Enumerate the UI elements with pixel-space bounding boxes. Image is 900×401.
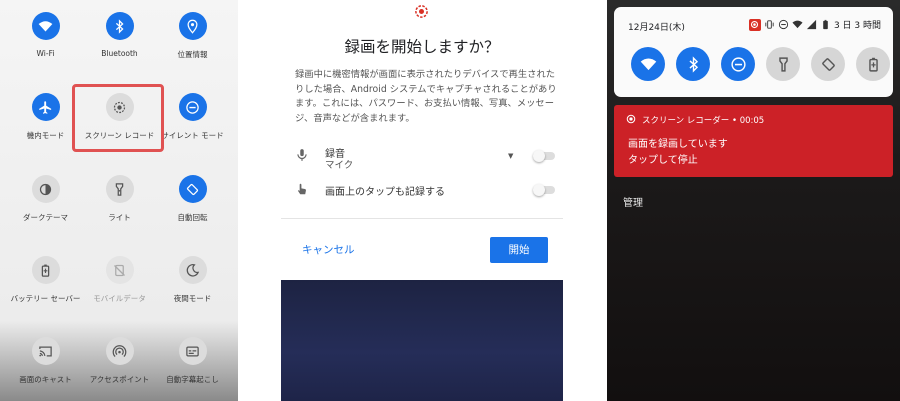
battery-icon bbox=[823, 19, 828, 30]
audio-source[interactable]: マイク bbox=[325, 157, 353, 171]
tile-label: ライト bbox=[108, 213, 131, 222]
night-mode-icon bbox=[178, 256, 207, 284]
tile-label: ダークテーマ bbox=[23, 213, 68, 222]
tile-label: バッテリー セーバー bbox=[10, 294, 81, 303]
cancel-button[interactable]: キャンセル bbox=[302, 242, 355, 257]
vibrate-icon bbox=[765, 20, 774, 29]
tile-flashlight[interactable]: ライト bbox=[80, 175, 159, 235]
qs-flashlight[interactable] bbox=[766, 47, 800, 81]
toggle-knob bbox=[533, 150, 545, 162]
show-taps-label: 画面上のタップも記録する bbox=[325, 187, 445, 198]
record-dialog: 録画を開始しますか？ 録画中に機密情報が画面に表示されたりデバイスで再生されたり… bbox=[281, 0, 563, 280]
cast-icon bbox=[31, 337, 60, 365]
qs-do-not-disturb[interactable] bbox=[721, 47, 755, 81]
auto-rotate-icon bbox=[178, 175, 207, 203]
wifi-icon bbox=[792, 20, 803, 29]
notification-line2: タップして停止 bbox=[628, 155, 698, 166]
tile-do-not-disturb[interactable]: サイレント モード bbox=[153, 93, 232, 153]
flashlight-icon bbox=[778, 56, 788, 72]
dialog-title: 録画を開始しますか？ bbox=[344, 38, 500, 56]
tile-label: Bluetooth bbox=[101, 49, 138, 58]
tile-night-mode[interactable]: 夜間モード bbox=[153, 256, 232, 316]
start-button[interactable]: 開始 bbox=[490, 237, 548, 263]
tile-label: モバイルデータ bbox=[93, 294, 146, 303]
screen-recorder-notification[interactable]: スクリーン レコーダー • 00:05 画面を録画しています タップして停止 bbox=[614, 105, 893, 177]
touch-icon bbox=[297, 183, 306, 195]
screen-record-status-icon bbox=[748, 18, 761, 31]
status-bar: 3 日 3 時間 bbox=[748, 18, 881, 31]
screen-record-icon bbox=[626, 114, 636, 124]
battery-saver-icon bbox=[868, 57, 878, 72]
tile-mobile-data: モバイルデータ bbox=[80, 256, 159, 316]
tile-label: 位置情報 bbox=[177, 50, 208, 59]
tile-wifi[interactable]: Wi-Fi bbox=[6, 12, 85, 72]
notification-title: スクリーン レコーダー • 00:05 bbox=[642, 116, 765, 126]
tile-bluetooth[interactable]: Bluetooth bbox=[80, 12, 159, 72]
tile-label: Wi-Fi bbox=[36, 49, 55, 58]
location-icon bbox=[178, 12, 207, 40]
audio-row[interactable]: 録音 マイク ▼ bbox=[295, 145, 555, 171]
tile-label: アクセスポイント bbox=[89, 375, 150, 384]
do-not-disturb-icon bbox=[730, 56, 746, 72]
flashlight-icon bbox=[105, 175, 134, 203]
tile-location[interactable]: 位置情報 bbox=[153, 12, 232, 72]
screenshot-collage: Wi-Fi Bluetooth 位置情報 機内モード スクリーン レコード サイ… bbox=[0, 0, 900, 401]
qs-wifi[interactable] bbox=[631, 47, 665, 81]
show-taps-toggle[interactable] bbox=[533, 184, 557, 196]
tile-hotspot[interactable]: アクセスポイント bbox=[80, 337, 159, 397]
manage-button[interactable]: 管理 bbox=[623, 194, 643, 209]
tile-label: 自動字幕起こし bbox=[166, 375, 219, 384]
signal-icon bbox=[806, 19, 817, 30]
do-not-disturb-icon bbox=[178, 93, 207, 121]
wifi-icon bbox=[31, 12, 60, 40]
qs-auto-rotate[interactable] bbox=[811, 47, 845, 81]
quick-settings-header: 12月24日(木) 3 日 3 時間 bbox=[614, 7, 893, 97]
tile-battery-saver[interactable]: バッテリー セーバー bbox=[6, 256, 85, 316]
record-dialog-screen: 録画を開始しますか？ 録画中に機密情報が画面に表示されたりデバイスで再生されたり… bbox=[281, 0, 563, 401]
toggle-knob bbox=[533, 184, 545, 196]
auto-rotate-icon bbox=[821, 57, 835, 71]
tile-label: 夜間モード bbox=[173, 294, 212, 303]
tile-auto-rotate[interactable]: 自動回転 bbox=[153, 175, 232, 235]
wifi-icon bbox=[640, 57, 656, 70]
screen-record-icon bbox=[415, 5, 428, 18]
tile-cast[interactable]: 画面のキャスト bbox=[6, 337, 85, 397]
qs-bluetooth[interactable] bbox=[676, 47, 710, 81]
battery-remaining: 3 日 3 時間 bbox=[833, 21, 881, 31]
qs-battery-saver[interactable] bbox=[856, 47, 890, 81]
microphone-icon bbox=[297, 149, 307, 161]
screen-record-highlight bbox=[72, 84, 164, 152]
show-taps-row[interactable]: 画面上のタップも記録する bbox=[295, 179, 555, 205]
tile-dark-theme[interactable]: ダークテーマ bbox=[6, 175, 85, 235]
mobile-data-off-icon bbox=[105, 256, 134, 284]
live-caption-icon bbox=[178, 337, 207, 365]
bluetooth-icon bbox=[688, 55, 698, 73]
notification-line1: 画面を録画しています bbox=[628, 139, 728, 150]
divider bbox=[281, 218, 563, 219]
wallpaper bbox=[281, 280, 563, 401]
tile-live-caption[interactable]: 自動字幕起こし bbox=[153, 337, 232, 397]
audio-toggle[interactable] bbox=[533, 150, 557, 162]
tile-label: サイレント モード bbox=[161, 131, 224, 140]
dropdown-caret-icon[interactable]: ▼ bbox=[508, 152, 513, 160]
battery-saver-icon bbox=[31, 256, 60, 284]
dialog-body: 録画中に機密情報が画面に表示されたりデバイスで再生されたりした場合、Androi… bbox=[295, 69, 557, 124]
date-label: 12月24日(木) bbox=[628, 23, 685, 33]
dark-theme-icon bbox=[31, 175, 60, 203]
quick-settings-panel: Wi-Fi Bluetooth 位置情報 機内モード スクリーン レコード サイ… bbox=[0, 0, 238, 401]
do-not-disturb-icon bbox=[778, 19, 789, 30]
bluetooth-icon bbox=[105, 12, 134, 40]
notification-shade: 12月24日(木) 3 日 3 時間 スクリーン レコーダー • 00:05 画… bbox=[607, 0, 900, 401]
tile-label: 画面のキャスト bbox=[19, 375, 72, 384]
airplane-icon bbox=[31, 93, 60, 121]
tile-label: 自動回転 bbox=[177, 213, 208, 222]
hotspot-icon bbox=[105, 337, 134, 365]
